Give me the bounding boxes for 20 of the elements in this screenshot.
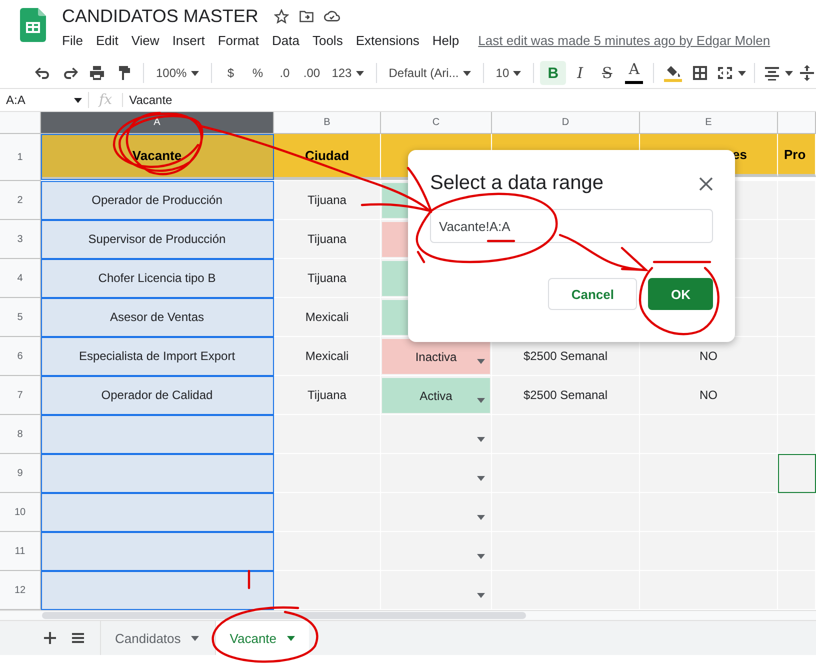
table-cell-text: Chofer Licencia tipo B xyxy=(98,271,216,285)
table-cell-text: $2500 Semanal xyxy=(523,349,608,363)
table-cell-text: Operador de Calidad xyxy=(101,388,213,402)
table-cell-text: Mexicali xyxy=(305,349,349,363)
column-title: Ciudad xyxy=(304,148,350,163)
table-cell-text: Supervisor de Producción xyxy=(88,232,226,246)
table-cell-text: NO xyxy=(700,349,718,363)
table-cell-text: Mexicali xyxy=(305,310,349,324)
dialog-title: Select a data range xyxy=(430,172,604,195)
table-cell-text: Asesor de Ventas xyxy=(110,310,204,324)
column-title: Pro xyxy=(784,146,806,162)
column-title: Vacante xyxy=(132,148,182,163)
table-cell-text: Tijuana xyxy=(308,271,346,285)
table-cell-text: Tijuana xyxy=(308,388,346,402)
table-cell-text: $2500 Semanal xyxy=(523,388,608,402)
table-cell-text: Operador de Producción xyxy=(92,193,222,207)
table-cell-text: NO xyxy=(700,388,718,402)
table-cell-text: Tijuana xyxy=(308,193,346,207)
table-cell-text: Tijuana xyxy=(308,232,346,246)
table-cell-text: Especialista de Import Export xyxy=(78,349,236,363)
